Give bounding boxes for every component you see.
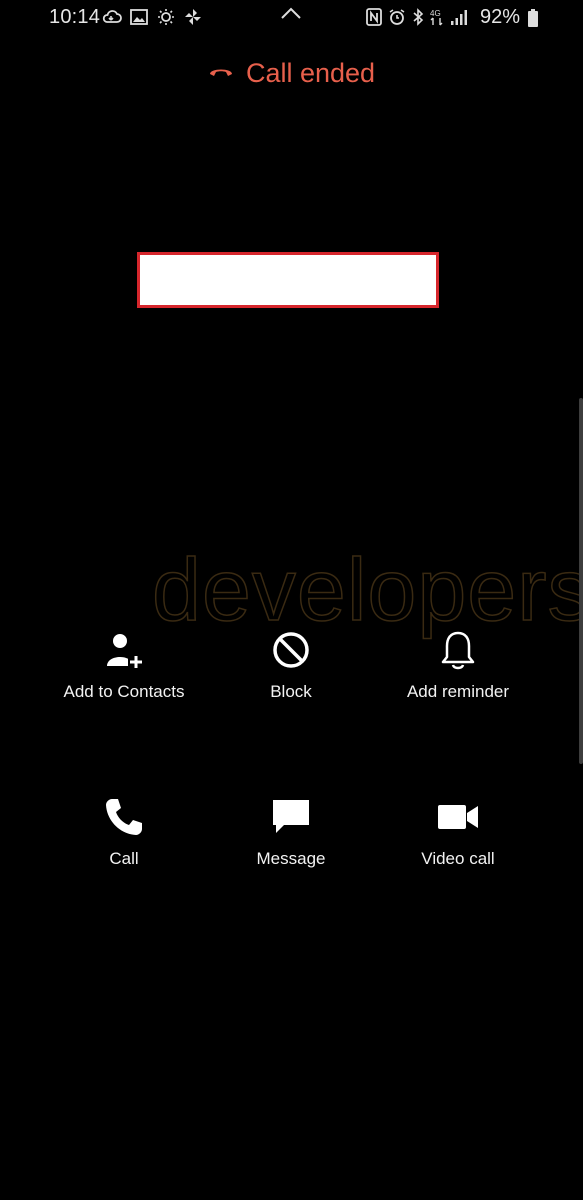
phone-icon <box>104 795 144 839</box>
cloud-sync-icon <box>102 8 122 26</box>
block-icon <box>271 628 311 672</box>
status-icons-right: 4G <box>366 8 470 26</box>
signal-icon <box>450 8 470 26</box>
add-contact-icon <box>104 628 144 672</box>
status-icons-left <box>102 8 202 26</box>
gallery-icon <box>130 9 148 25</box>
edge-panel-handle[interactable] <box>579 398 583 764</box>
add-reminder-button[interactable]: Add reminder <box>363 628 553 702</box>
block-button[interactable]: Block <box>196 628 386 702</box>
call-status: Call ended <box>0 58 583 89</box>
call-status-text: Call ended <box>245 58 376 88</box>
chevron-up-icon[interactable] <box>280 6 302 25</box>
video-camera-icon <box>437 795 479 839</box>
call-label: Call <box>109 849 139 868</box>
status-bar: 10:14 4G 92% <box>0 0 583 36</box>
status-time: 10:14 <box>49 6 101 28</box>
video-call-label: Video call <box>421 849 495 868</box>
battery-icon <box>527 9 539 32</box>
watermark: developers <box>151 540 583 639</box>
alarm-icon <box>388 8 406 26</box>
hang-up-icon <box>208 64 234 83</box>
message-icon <box>271 795 311 839</box>
call-button[interactable]: Call <box>29 795 219 869</box>
add-to-contacts-label: Add to Contacts <box>63 682 185 701</box>
nfc-icon <box>366 8 382 26</box>
data-icon: 4G <box>430 8 444 26</box>
bluetooth-icon <box>412 8 424 26</box>
svg-text:4G: 4G <box>430 9 441 18</box>
message-label: Message <box>256 849 326 868</box>
message-button[interactable]: Message <box>196 795 386 869</box>
block-label: Block <box>270 682 312 701</box>
battery-percent: 92% <box>480 6 521 28</box>
caller-name-redacted <box>137 252 439 308</box>
add-to-contacts-button[interactable]: Add to Contacts <box>29 628 219 702</box>
video-call-button[interactable]: Video call <box>363 795 553 869</box>
bell-icon <box>438 628 478 672</box>
brightness-icon <box>156 8 176 26</box>
add-reminder-label: Add reminder <box>406 682 510 701</box>
pinwheel-icon <box>184 8 202 26</box>
